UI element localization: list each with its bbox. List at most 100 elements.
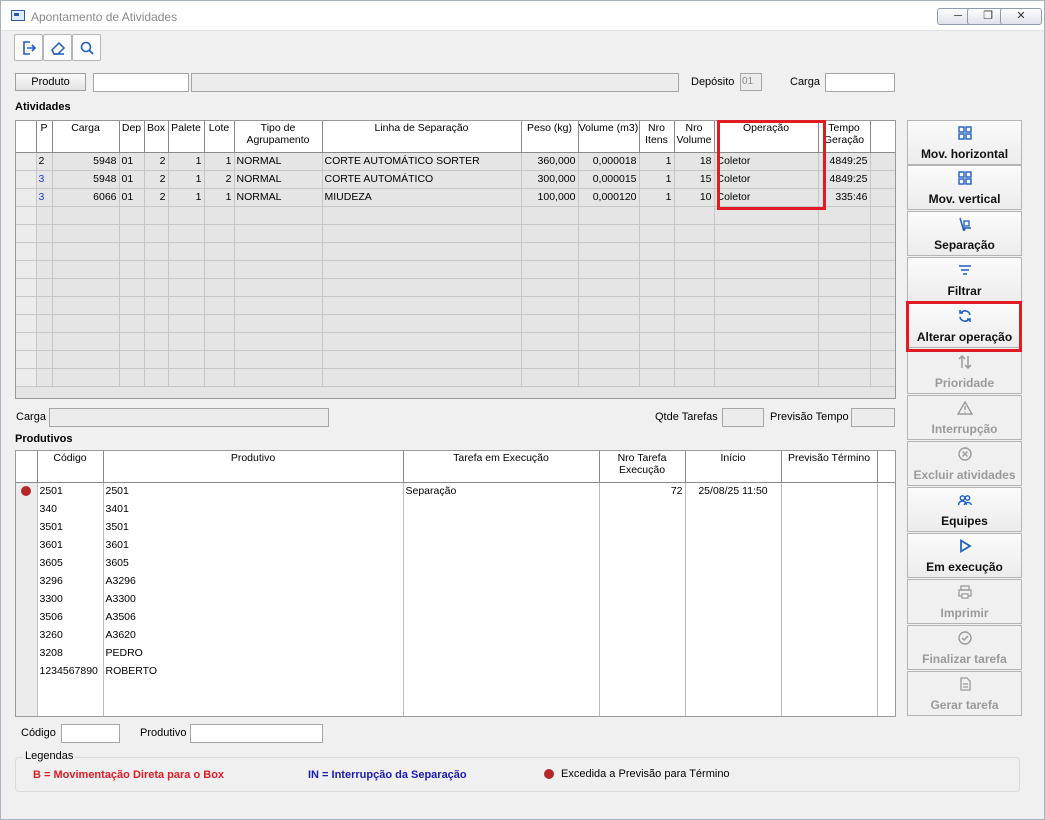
side-button-equipes[interactable]: Equipes xyxy=(907,487,1022,532)
col-header[interactable]: Nro Volume xyxy=(674,121,715,153)
row-indicator[interactable] xyxy=(16,260,37,279)
col-header[interactable]: Dep xyxy=(119,121,145,153)
col-header[interactable]: Previsão Término xyxy=(781,451,878,483)
atividade-row[interactable]: 2 5948 01 2 1 1 NORMAL CORTE AUTOMÁTICO SORTER 3… xyxy=(16,152,895,171)
codigo-input[interactable] xyxy=(61,724,120,743)
row-indicator[interactable] xyxy=(16,644,38,662)
col-header[interactable]: Peso (kg) xyxy=(521,121,579,153)
produtivo-row[interactable]: 3260 A3620 xyxy=(16,626,895,644)
atividade-row[interactable] xyxy=(16,368,895,387)
row-indicator[interactable] xyxy=(16,518,38,536)
col-header[interactable]: Tempo Geração xyxy=(818,121,871,153)
col-header[interactable]: Início xyxy=(685,451,782,483)
side-button-imprimir[interactable]: Imprimir xyxy=(907,579,1022,624)
atividade-row[interactable] xyxy=(16,206,895,225)
col-header[interactable]: Volume (m3) xyxy=(578,121,640,153)
side-button-filtrar[interactable]: Filtrar xyxy=(907,257,1022,302)
col-header[interactable]: Palete xyxy=(168,121,205,153)
row-indicator[interactable] xyxy=(16,554,38,572)
row-indicator[interactable] xyxy=(16,500,38,518)
row-indicator[interactable] xyxy=(16,242,37,261)
produtivo-row[interactable]: 3208 PEDRO xyxy=(16,644,895,662)
produtivo-row[interactable] xyxy=(16,698,895,716)
col-header[interactable]: Nro Tarefa Execução xyxy=(599,451,686,483)
atividade-row[interactable] xyxy=(16,278,895,297)
produtivo-input[interactable] xyxy=(190,724,323,743)
col-header[interactable]: Produtivo xyxy=(103,451,404,483)
row-indicator[interactable] xyxy=(16,626,38,644)
col-header[interactable]: Tipo de Agrupamento xyxy=(234,121,323,153)
row-indicator[interactable] xyxy=(16,188,37,207)
produtivos-grid[interactable]: Código Produtivo Tarefa em Execução Nro … xyxy=(15,450,896,717)
atividade-row[interactable]: 3 6066 01 2 1 1 NORMAL MIUDEZA 100,000 0,000120 1 1… xyxy=(16,188,895,207)
atividade-row[interactable] xyxy=(16,296,895,315)
col-header[interactable]: Tarefa em Execução xyxy=(403,451,600,483)
atividade-row[interactable] xyxy=(16,224,895,243)
row-indicator[interactable] xyxy=(16,332,37,351)
exit-button[interactable] xyxy=(14,34,43,61)
title-bar: Apontamento de Atividades ─ ❐ ✕ xyxy=(1,1,1044,31)
side-button-gerar-tarefa[interactable]: Gerar tarefa xyxy=(907,671,1022,716)
filler-cell xyxy=(870,170,895,189)
row-indicator[interactable] xyxy=(16,368,37,387)
produtivo-row[interactable]: 3605 3605 xyxy=(16,554,895,572)
row-indicator[interactable] xyxy=(16,662,38,680)
side-button-excluir-atividades[interactable]: Excluir atividades xyxy=(907,441,1022,486)
row-indicator[interactable] xyxy=(16,482,38,500)
side-button-separa-o[interactable]: Separação xyxy=(907,211,1022,256)
produtivo-cell: 3501 xyxy=(103,518,404,536)
atividade-row[interactable] xyxy=(16,242,895,261)
row-indicator[interactable] xyxy=(16,698,38,716)
produtivo-row[interactable] xyxy=(16,680,895,698)
side-button-interrup-o[interactable]: Interrupção xyxy=(907,395,1022,440)
row-indicator[interactable] xyxy=(16,278,37,297)
row-indicator[interactable] xyxy=(16,680,38,698)
col-header[interactable]: Carga xyxy=(52,121,120,153)
row-indicator[interactable] xyxy=(16,350,37,369)
col-header[interactable]: Box xyxy=(144,121,169,153)
side-button-finalizar-tarefa[interactable]: Finalizar tarefa xyxy=(907,625,1022,670)
row-indicator[interactable] xyxy=(16,314,37,333)
row-indicator[interactable] xyxy=(16,572,38,590)
search-button[interactable] xyxy=(72,34,101,61)
atividade-row[interactable] xyxy=(16,314,895,333)
produtivo-row[interactable]: 3300 A3300 xyxy=(16,590,895,608)
col-header[interactable]: Lote xyxy=(204,121,235,153)
atividade-row[interactable]: 3 5948 01 2 1 2 NORMAL CORTE AUTOMÁTICO 300,000 0… xyxy=(16,170,895,189)
side-button-mov-horizontal[interactable]: Mov. horizontal xyxy=(907,120,1022,165)
atividade-row[interactable] xyxy=(16,332,895,351)
row-indicator[interactable] xyxy=(16,590,38,608)
produtivo-row[interactable]: 340 3401 xyxy=(16,500,895,518)
col-header[interactable]: P xyxy=(36,121,53,153)
row-indicator[interactable] xyxy=(16,296,37,315)
close-button[interactable]: ✕ xyxy=(1000,8,1042,25)
col-header[interactable]: Nro Itens xyxy=(639,121,675,153)
row-indicator[interactable] xyxy=(16,536,38,554)
produtivo-row[interactable]: 3501 3501 xyxy=(16,518,895,536)
produto-code-input[interactable] xyxy=(93,73,189,92)
col-header[interactable]: Linha de Separação xyxy=(322,121,522,153)
produtivo-row[interactable]: 3506 A3506 xyxy=(16,608,895,626)
produtivo-row[interactable]: 3601 3601 xyxy=(16,536,895,554)
side-button-alterar-opera-o[interactable]: Alterar operação xyxy=(907,303,1022,348)
atividades-grid[interactable]: P Carga Dep Box Palete Lote Tipo de Agru… xyxy=(15,120,896,399)
atividade-cell xyxy=(119,206,145,225)
row-indicator[interactable] xyxy=(16,152,37,171)
side-button-prioridade[interactable]: Prioridade xyxy=(907,349,1022,394)
col-header[interactable]: Operação xyxy=(714,121,819,153)
atividade-row[interactable] xyxy=(16,350,895,369)
produtivo-row[interactable]: 1234567890 ROBERTO xyxy=(16,662,895,680)
row-indicator[interactable] xyxy=(16,608,38,626)
produtivo-row[interactable]: 3296 A3296 xyxy=(16,572,895,590)
clear-button[interactable] xyxy=(43,34,72,61)
produto-button[interactable]: Produto xyxy=(15,73,86,91)
col-header[interactable]: Código xyxy=(37,451,104,483)
side-button-em-execu-o[interactable]: Em execução xyxy=(907,533,1022,578)
produtivo-row[interactable]: 2501 2501 Separação 72 25/08/25 11:50 xyxy=(16,482,895,500)
carga-filter-input[interactable] xyxy=(825,73,895,92)
row-indicator[interactable] xyxy=(16,170,37,189)
row-indicator[interactable] xyxy=(16,206,37,225)
row-indicator[interactable] xyxy=(16,224,37,243)
atividade-row[interactable] xyxy=(16,260,895,279)
side-button-mov-vertical[interactable]: Mov. vertical xyxy=(907,165,1022,210)
